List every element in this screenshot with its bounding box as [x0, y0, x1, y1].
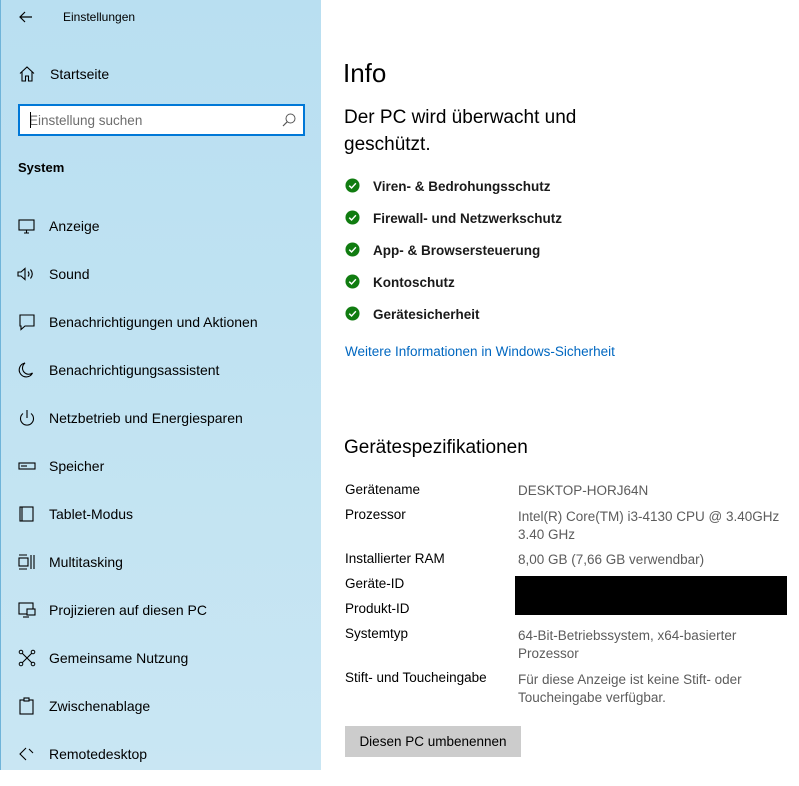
speaker-icon — [17, 267, 33, 281]
storage-icon — [18, 462, 36, 470]
checkmark-icon — [345, 178, 360, 193]
spec-key: Geräte-ID — [345, 576, 405, 591]
spec-key: Gerätename — [345, 482, 421, 497]
sidebar-item-power[interactable]: Netzbetrieb und Energiesparen — [1, 402, 322, 450]
status-label: Kontoschutz — [373, 275, 455, 290]
sidebar: Einstellungen Startseite System Anzeige — [0, 0, 321, 770]
sidebar-item-tablet-mode[interactable]: Tablet-Modus — [1, 498, 322, 546]
status-label: Gerätesicherheit — [373, 307, 480, 322]
app-title: Einstellungen — [63, 10, 136, 24]
sidebar-item-label: Gemeinsame Nutzung — [49, 650, 189, 666]
sidebar-item-label: Zwischenablage — [49, 698, 151, 714]
page-title: Info — [343, 58, 387, 88]
power-icon — [19, 410, 35, 426]
search-input[interactable] — [20, 106, 270, 134]
sidebar-item-label: Anzeige — [49, 218, 100, 234]
redaction-box — [515, 576, 787, 615]
windows-security-link[interactable]: Weitere Informationen in Windows-Sicherh… — [345, 344, 615, 359]
search-box[interactable] — [18, 104, 305, 136]
sidebar-item-label: Netzbetrieb und Energiesparen — [49, 410, 243, 426]
checkmark-icon — [345, 210, 360, 225]
monitor-icon — [18, 219, 35, 234]
title-bar: Einstellungen — [1, 0, 322, 36]
text-caret — [30, 112, 31, 128]
spec-value: Für diese Anzeige ist keine Stift- oder … — [518, 672, 742, 705]
sidebar-item-shared-experiences[interactable]: Gemeinsame Nutzung — [1, 642, 322, 690]
clipboard-icon — [19, 697, 34, 715]
checkmark-icon — [345, 274, 360, 289]
spec-key: Stift- und Toucheingabe — [345, 670, 487, 685]
multitasking-icon — [18, 554, 35, 570]
sidebar-item-label: Benachrichtigungen und Aktionen — [49, 314, 258, 330]
sidebar-nav: Anzeige Sound Benachrichtigungen und Akt… — [1, 210, 322, 786]
sidebar-item-label: Remotedesktop — [49, 746, 148, 762]
sidebar-item-label: Sound — [49, 266, 90, 282]
spec-value: DESKTOP-HORJ64N — [518, 483, 649, 498]
sidebar-item-storage[interactable]: Speicher — [1, 450, 322, 498]
sidebar-item-label: Tablet-Modus — [49, 506, 134, 522]
sidebar-item-label: Projizieren auf diesen PC — [49, 602, 207, 618]
share-icon — [18, 649, 36, 667]
spec-key: Produkt-ID — [345, 601, 410, 616]
spec-value: 64-Bit-Betriebssystem, x64-basierter Pro… — [518, 628, 737, 661]
specs-title: Gerätespezifikationen — [344, 437, 528, 458]
spec-key: Prozessor — [345, 507, 406, 522]
sidebar-item-clipboard[interactable]: Zwischenablage — [1, 690, 322, 738]
moon-icon — [18, 362, 33, 378]
sidebar-item-label: Speicher — [49, 458, 105, 474]
sidebar-item-focus-assist[interactable]: Benachrichtigungsassistent — [1, 354, 322, 402]
back-arrow-icon — [19, 11, 32, 23]
section-title: System — [18, 160, 65, 175]
sidebar-item-notifications[interactable]: Benachrichtigungen und Aktionen — [1, 306, 322, 354]
home-icon — [19, 66, 35, 82]
remote-icon — [19, 747, 34, 761]
spec-value: 8,00 GB (7,66 GB verwendbar) — [518, 552, 705, 567]
project-icon — [18, 602, 36, 618]
sidebar-item-multitasking[interactable]: Multitasking — [1, 546, 322, 594]
sidebar-item-label: Multitasking — [49, 554, 123, 570]
checkmark-icon — [345, 306, 360, 321]
notification-icon — [19, 314, 35, 331]
status-label: App- & Browsersteuerung — [373, 243, 541, 258]
tablet-icon — [19, 506, 34, 522]
sidebar-item-home[interactable]: Startseite — [1, 58, 322, 90]
sidebar-item-label: Benachrichtigungsassistent — [49, 362, 220, 378]
sidebar-item-sound[interactable]: Sound — [1, 258, 322, 306]
protection-headline: Der PC wird überwacht und geschützt. — [344, 107, 577, 155]
status-label: Firewall- und Netzwerkschutz — [373, 211, 563, 226]
sidebar-item-display[interactable]: Anzeige — [1, 210, 322, 258]
spec-value: Intel(R) Core(TM) i3-4130 CPU @ 3.40GHz … — [518, 509, 780, 542]
checkmark-icon — [345, 242, 360, 257]
status-label: Viren- & Bedrohungsschutz — [373, 179, 551, 194]
spec-key: Installierter RAM — [345, 551, 445, 566]
main-content: Info Der PC wird überwacht und geschützt… — [321, 0, 799, 770]
sidebar-item-remote-desktop[interactable]: Remotedesktop — [1, 738, 322, 786]
sidebar-item-label: Startseite — [50, 66, 110, 82]
search-icon[interactable] — [281, 112, 297, 128]
sidebar-item-projecting[interactable]: Projizieren auf diesen PC — [1, 594, 322, 642]
rename-pc-button[interactable]: Diesen PC umbenennen — [345, 726, 521, 757]
spec-key: Systemtyp — [345, 626, 409, 641]
back-button[interactable] — [11, 4, 41, 30]
